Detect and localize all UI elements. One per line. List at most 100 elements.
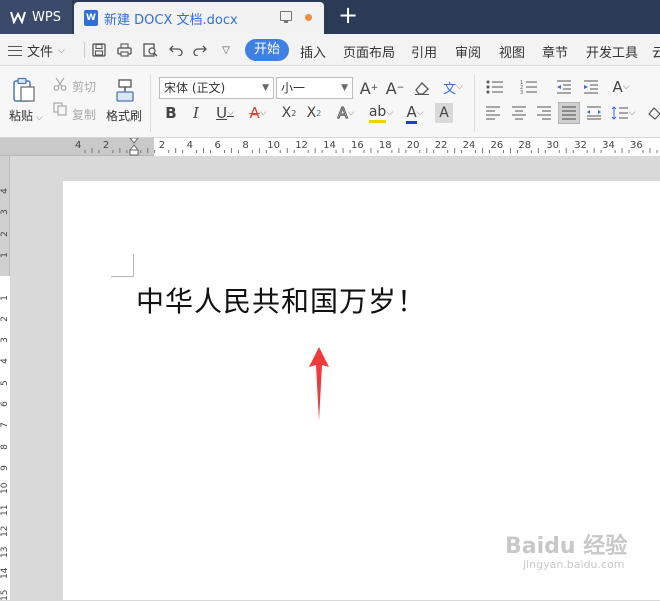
align-left-icon[interactable] [484,104,502,122]
chevron-down-icon: ▼ [341,83,348,93]
font-color-button[interactable]: A ⌵ [402,103,428,124]
baidu-watermark: Baidu 经验 jingyan.baidu.com [505,528,627,571]
font-size-select[interactable]: 小一 ▼ [276,77,353,99]
format-painter-icon[interactable] [112,78,138,104]
char-shading-button[interactable]: A [435,103,453,123]
italic-button[interactable]: I [188,103,204,123]
menu-tab-page-layout[interactable]: 页面布局 [343,42,395,61]
align-right-icon[interactable] [535,104,553,122]
print-preview-icon[interactable] [142,42,158,58]
monitor-icon[interactable] [280,11,292,23]
quick-access-dropdown-icon[interactable]: ▽ [218,42,234,58]
decrease-indent-icon[interactable] [555,78,573,96]
font-size-value: 小一 [281,81,306,95]
phonetic-guide-icon[interactable]: 文 ⌵ [439,76,467,98]
indent-marker-icon[interactable] [128,137,140,156]
watermark-brand: Baidu 经验 [505,534,628,559]
document-tab-title: 新建 DOCX 文档.docx [104,12,238,28]
ribbon-toolbar: 粘贴 ⌵ 剪切 复制 格式刷 宋体 (正文) ▼ 小一 ▼ A + A − 文 ⌵ B… [0,66,660,138]
subscript-button[interactable]: X2 [305,103,323,123]
horizontal-ruler[interactable]: 4 2 2 4 6 8 10 12 14 16 18 20 22 24 26 28 30 32 34 36 [0,137,660,156]
bullet-list-icon[interactable] [484,78,508,96]
vertical-ruler-number: 4 [0,358,10,365]
format-painter-label[interactable]: 格式刷 [106,107,142,124]
file-menu[interactable]: 文件 ⌵ [8,41,65,60]
ruler-number: 24 [462,140,476,151]
ruler-number: 22 [434,140,448,151]
scissors-icon [53,77,67,91]
distribute-icon[interactable] [585,104,603,122]
vertical-ruler-number: 1 [0,294,10,301]
divider [84,42,85,58]
align-center-icon[interactable] [510,104,528,122]
text-direction-icon[interactable]: A ⌵ [608,76,634,98]
vertical-ruler-number: 3 [0,209,10,216]
wps-logo-icon [10,9,26,25]
document-tab[interactable]: W 新建 DOCX 文档.docx [74,2,324,34]
new-tab-button[interactable]: + [334,2,362,30]
margin-corner-mark [111,254,134,277]
justify-icon[interactable] [558,102,580,124]
menu-bar: 文件 ⌵ ▽ 开始 插入 页面布局 引用 审阅 视图 章节 开发工具 云 [0,34,660,66]
redo-icon[interactable] [192,42,208,58]
paste-icon[interactable] [10,76,38,104]
ribbon-divider [474,74,475,132]
svg-text:3: 3 [520,90,523,94]
clear-format-icon[interactable] [413,78,431,98]
underline-button[interactable]: U ⌵ [212,103,238,123]
paste-label[interactable]: 粘贴 ⌵ [9,107,43,124]
text-effect-button[interactable]: A ⌵ [333,103,359,123]
font-name-select[interactable]: 宋体 (正文) ▼ [159,77,274,99]
numbered-list-icon[interactable]: 123 [518,78,542,96]
shrink-font-icon[interactable]: A − [385,78,405,98]
menu-tab-start[interactable]: 开始 [245,39,289,61]
vertical-ruler-number: 2 [0,315,10,322]
hamburger-icon [8,45,22,56]
ruler-number: 4 [75,140,82,151]
vertical-ruler-number: 8 [0,443,10,450]
chevron-down-icon: ⌵ [58,45,65,56]
vertical-ruler-number: 7 [0,422,10,429]
vertical-ruler[interactable]: 4 3 2 1 1 2 3 4 5 6 7 8 9 10 11 12 13 14 15 [0,156,10,601]
vertical-ruler-number: 15 [0,589,10,601]
line-spacing-icon[interactable]: ⌵ [609,103,637,123]
strikethrough-button[interactable]: A ⌵ [245,103,271,123]
document-text[interactable]: 中华人民共和国万岁！ [136,280,426,320]
undo-icon[interactable] [168,42,184,58]
ribbon-divider [150,74,151,132]
wps-home-tab[interactable]: WPS [0,0,72,34]
bold-button[interactable]: B [163,103,179,123]
menu-tab-chapter[interactable]: 章节 [542,42,568,61]
ruler-number: 34 [602,140,615,151]
vertical-ruler-number: 2 [0,230,10,237]
unsaved-dot-icon [305,14,312,21]
menu-tab-view[interactable]: 视图 [499,42,525,61]
paragraph-shading-icon[interactable] [646,104,660,122]
title-bar: WPS W 新建 DOCX 文档.docx + [0,0,660,34]
menu-tab-references[interactable]: 引用 [411,42,437,61]
vertical-ruler-number: 4 [0,188,10,194]
vertical-ruler-number: 1 [0,252,10,258]
vertical-ruler-number: 14 [0,567,10,580]
menu-tab-insert[interactable]: 插入 [300,42,326,61]
vertical-ruler-number: 5 [0,379,10,386]
highlight-button[interactable]: ab ⌵ [367,103,395,123]
ruler-number: 16 [351,140,364,151]
vertical-ruler-number: 10 [0,482,10,495]
copy-button[interactable]: 复制 [72,106,96,123]
save-icon[interactable] [91,42,107,58]
menu-tab-cloud[interactable]: 云 [652,42,660,61]
cut-button[interactable]: 剪切 [72,78,96,95]
file-menu-label: 文件 [27,45,54,60]
menu-tab-developer[interactable]: 开发工具 [586,42,638,61]
ruler-number: 20 [406,140,420,151]
vertical-ruler-number: 13 [0,546,10,559]
grow-font-icon[interactable]: A + [359,78,379,98]
print-icon[interactable] [116,42,132,58]
menu-tab-review[interactable]: 审阅 [455,42,481,61]
font-name-value: 宋体 (正文) [164,81,226,95]
ruler-number: 4 [186,140,193,151]
superscript-button[interactable]: X2 [280,103,298,123]
increase-indent-icon[interactable] [582,78,600,96]
ruler-number: 8 [242,140,249,151]
